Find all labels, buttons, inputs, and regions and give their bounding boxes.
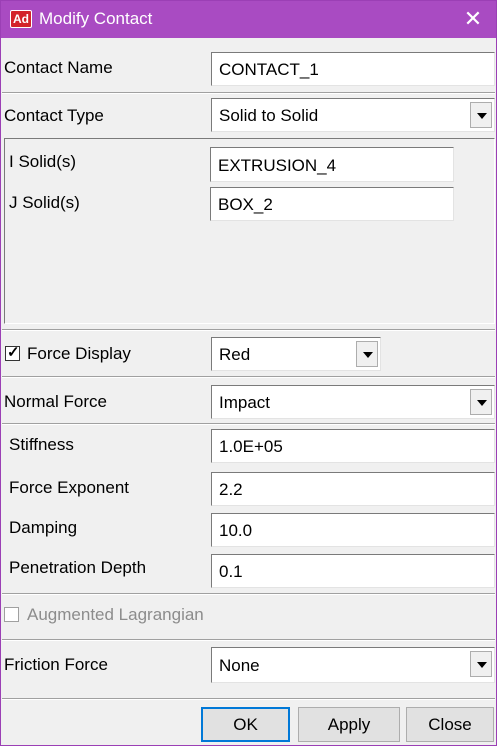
- force-display-label: Force Display: [27, 344, 131, 363]
- divider: [2, 424, 495, 425]
- j-solids-value: BOX_2: [218, 195, 273, 214]
- contact-name-label: Contact Name: [4, 58, 113, 77]
- contact-type-label: Contact Type: [4, 106, 104, 125]
- dialog-title: Modify Contact: [39, 9, 153, 28]
- force-display-color-value: Red: [219, 345, 251, 364]
- i-solids-input[interactable]: EXTRUSION_4: [210, 147, 454, 182]
- damping-label: Damping: [9, 518, 78, 537]
- friction-force-value: None: [219, 656, 260, 675]
- chevron-down-icon[interactable]: [356, 341, 378, 367]
- j-solids-input[interactable]: BOX_2: [210, 187, 454, 221]
- solids-group: I Solid(s) EXTRUSION_4 J Solid(s) BOX_2: [4, 138, 495, 324]
- title-bar[interactable]: Ad Modify Contact ✕: [1, 1, 496, 38]
- penetration-depth-value: 0.1: [219, 562, 243, 581]
- augmented-lagrangian-checkbox[interactable]: [4, 607, 19, 622]
- penetration-depth-label: Penetration Depth: [9, 558, 147, 577]
- close-button[interactable]: Close: [406, 707, 494, 742]
- force-display-checkbox[interactable]: [5, 343, 20, 361]
- i-solids-label: I Solid(s): [9, 152, 77, 171]
- normal-force-label: Normal Force: [4, 392, 107, 411]
- damping-value: 10.0: [219, 521, 253, 540]
- penetration-depth-input[interactable]: 0.1: [211, 554, 495, 588]
- augmented-lagrangian-label: Augmented Lagrangian: [27, 605, 204, 624]
- normal-force-value: Impact: [219, 393, 271, 412]
- normal-force-dropdown[interactable]: Impact: [211, 385, 495, 419]
- close-icon[interactable]: ✕: [450, 1, 496, 38]
- app-logo-icon: Ad: [10, 10, 32, 28]
- friction-force-label: Friction Force: [4, 655, 108, 674]
- divider: [2, 594, 495, 595]
- j-solids-label: J Solid(s): [9, 193, 80, 212]
- divider: [2, 377, 495, 378]
- divider: [2, 640, 495, 641]
- i-solids-value: EXTRUSION_4: [218, 156, 337, 175]
- stiffness-value: 1.0E+05: [219, 437, 283, 456]
- contact-name-value: CONTACT_1: [219, 60, 319, 79]
- damping-input[interactable]: 10.0: [211, 513, 495, 547]
- chevron-down-icon[interactable]: [470, 102, 492, 128]
- stiffness-input[interactable]: 1.0E+05: [211, 429, 495, 463]
- force-exponent-label: Force Exponent: [9, 478, 130, 497]
- chevron-down-icon[interactable]: [470, 389, 492, 415]
- chevron-down-icon[interactable]: [470, 651, 492, 677]
- ok-button[interactable]: OK: [201, 707, 290, 742]
- contact-type-dropdown[interactable]: Solid to Solid: [211, 98, 495, 132]
- apply-button[interactable]: Apply: [298, 707, 400, 742]
- contact-name-input[interactable]: CONTACT_1: [211, 52, 495, 86]
- divider: [2, 330, 495, 331]
- divider: [2, 699, 495, 700]
- force-exponent-input[interactable]: 2.2: [211, 472, 495, 506]
- modify-contact-dialog: Ad Modify Contact ✕ Contact Name CONTACT…: [0, 0, 497, 746]
- divider: [2, 93, 495, 94]
- stiffness-label: Stiffness: [9, 435, 74, 454]
- force-display-color-dropdown[interactable]: Red: [211, 337, 381, 371]
- friction-force-dropdown[interactable]: None: [211, 647, 495, 683]
- contact-type-value: Solid to Solid: [219, 106, 319, 125]
- force-exponent-value: 2.2: [219, 480, 243, 499]
